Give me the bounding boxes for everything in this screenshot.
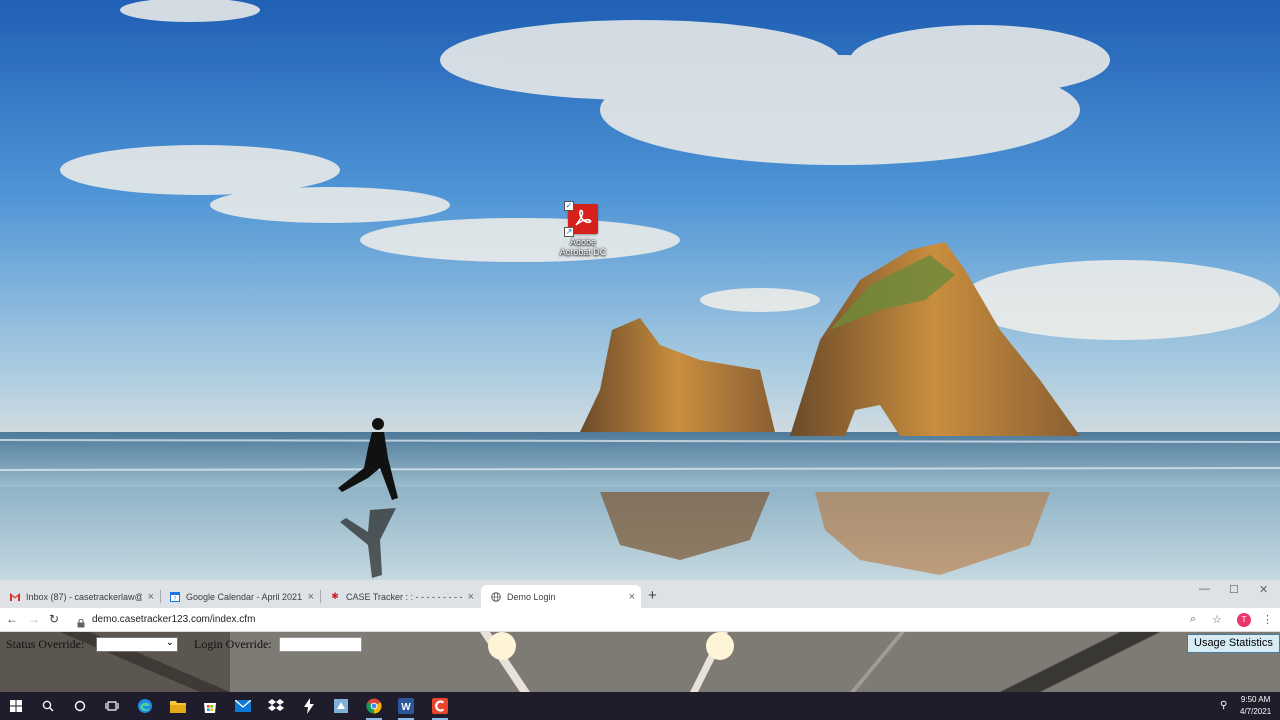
- microsoft-store-icon[interactable]: [200, 696, 220, 716]
- back-arrow-icon[interactable]: ←: [6, 612, 18, 626]
- calendar-icon: 7: [170, 591, 180, 602]
- maximize-icon[interactable]: ☐: [1229, 583, 1239, 596]
- checkbox-overlay-icon: ✓: [564, 201, 574, 211]
- tab-close-icon[interactable]: ×: [308, 591, 314, 603]
- browser-window: Inbox (87) - casetrackerlaw@gma × 7 Goog…: [0, 580, 1280, 692]
- tab-google-calendar[interactable]: 7 Google Calendar - April 2021 ×: [160, 585, 320, 608]
- windows-start-icon[interactable]: [6, 696, 26, 716]
- lock-icon: [77, 615, 85, 628]
- casetracker-icon: ✱: [331, 591, 339, 601]
- pinned-app-icon[interactable]: [331, 696, 351, 716]
- svg-text:W: W: [401, 702, 411, 713]
- gmail-icon: [10, 592, 20, 602]
- minimize-icon[interactable]: —: [1199, 583, 1210, 595]
- acrobat-icon: ✓ ↗: [564, 201, 598, 237]
- forward-arrow-icon[interactable]: →: [28, 612, 40, 626]
- tab-close-icon[interactable]: ×: [629, 591, 635, 603]
- status-override-label: Status Override:: [6, 637, 85, 651]
- file-explorer-icon[interactable]: [168, 696, 188, 716]
- ceiling-background: [0, 632, 1280, 692]
- desktop-icon-label: Adobe Acrobat DC: [559, 237, 607, 257]
- zoom-icon[interactable]: ⌕: [1190, 613, 1196, 626]
- cortana-icon[interactable]: [70, 696, 90, 716]
- reload-icon[interactable]: ↻: [49, 612, 59, 626]
- taskbar: W ⚲ 9:50 AM 4/7/2021: [0, 692, 1280, 720]
- address-bar[interactable]: demo.casetracker123.com/index.cfm: [92, 614, 255, 625]
- bookmark-star-icon[interactable]: ☆: [1212, 613, 1222, 626]
- chrome-icon[interactable]: [364, 696, 384, 720]
- network-icon[interactable]: ⚲: [1220, 700, 1227, 711]
- task-view-icon[interactable]: [102, 696, 122, 716]
- new-tab-button[interactable]: +: [648, 587, 657, 604]
- dropbox-icon[interactable]: [266, 696, 286, 716]
- clock-time: 9:50 AM: [1240, 695, 1271, 704]
- tab-title: Inbox (87) - casetrackerlaw@gma: [26, 591, 142, 602]
- tab-strip: Inbox (87) - casetrackerlaw@gma × 7 Goog…: [0, 580, 1280, 608]
- tab-inbox[interactable]: Inbox (87) - casetrackerlaw@gma ×: [0, 585, 160, 608]
- globe-icon: [491, 591, 501, 602]
- login-override-label: Login Override:: [194, 637, 272, 651]
- tab-title: Google Calendar - April 2021: [186, 591, 302, 602]
- usage-statistics-button[interactable]: Usage Statistics: [1187, 634, 1280, 653]
- tab-title: Demo Login: [507, 591, 556, 602]
- case-tracker-app-icon[interactable]: [430, 696, 450, 720]
- tab-demo-login[interactable]: Demo Login ×: [481, 585, 641, 608]
- page-content: Status Override: ⌄ Login Override: Usage…: [0, 632, 1280, 692]
- tab-close-icon[interactable]: ×: [468, 591, 474, 603]
- word-icon[interactable]: W: [396, 696, 416, 720]
- edge-browser-icon[interactable]: [135, 696, 155, 716]
- tab-title: CASE Tracker : : - - - - - - - - - - - -: [346, 591, 462, 602]
- chevron-down-icon: ⌄: [165, 637, 174, 648]
- clock-date: 4/7/2021: [1240, 707, 1272, 716]
- lightning-app-icon[interactable]: [299, 696, 319, 716]
- tab-case-tracker[interactable]: ✱ CASE Tracker : : - - - - - - - - - - -…: [320, 585, 480, 608]
- mail-icon[interactable]: [233, 696, 253, 716]
- status-override-select[interactable]: ⌄: [96, 637, 178, 652]
- svg-text:7: 7: [174, 596, 177, 601]
- shortcut-arrow-icon: ↗: [564, 227, 574, 237]
- close-window-icon[interactable]: ✕: [1259, 583, 1268, 596]
- desktop-icon-adobe-acrobat[interactable]: ✓ ↗ Adobe Acrobat DC: [556, 201, 610, 257]
- tab-close-icon[interactable]: ×: [148, 591, 154, 603]
- taskbar-clock[interactable]: 9:50 AM 4/7/2021: [1240, 694, 1271, 718]
- login-override-input[interactable]: [279, 637, 362, 652]
- menu-icon[interactable]: ⋮: [1262, 613, 1273, 626]
- profile-avatar[interactable]: T: [1237, 613, 1251, 627]
- search-icon[interactable]: [38, 696, 58, 716]
- browser-toolbar: ← → ↻ demo.casetracker123.com/index.cfm …: [0, 608, 1280, 632]
